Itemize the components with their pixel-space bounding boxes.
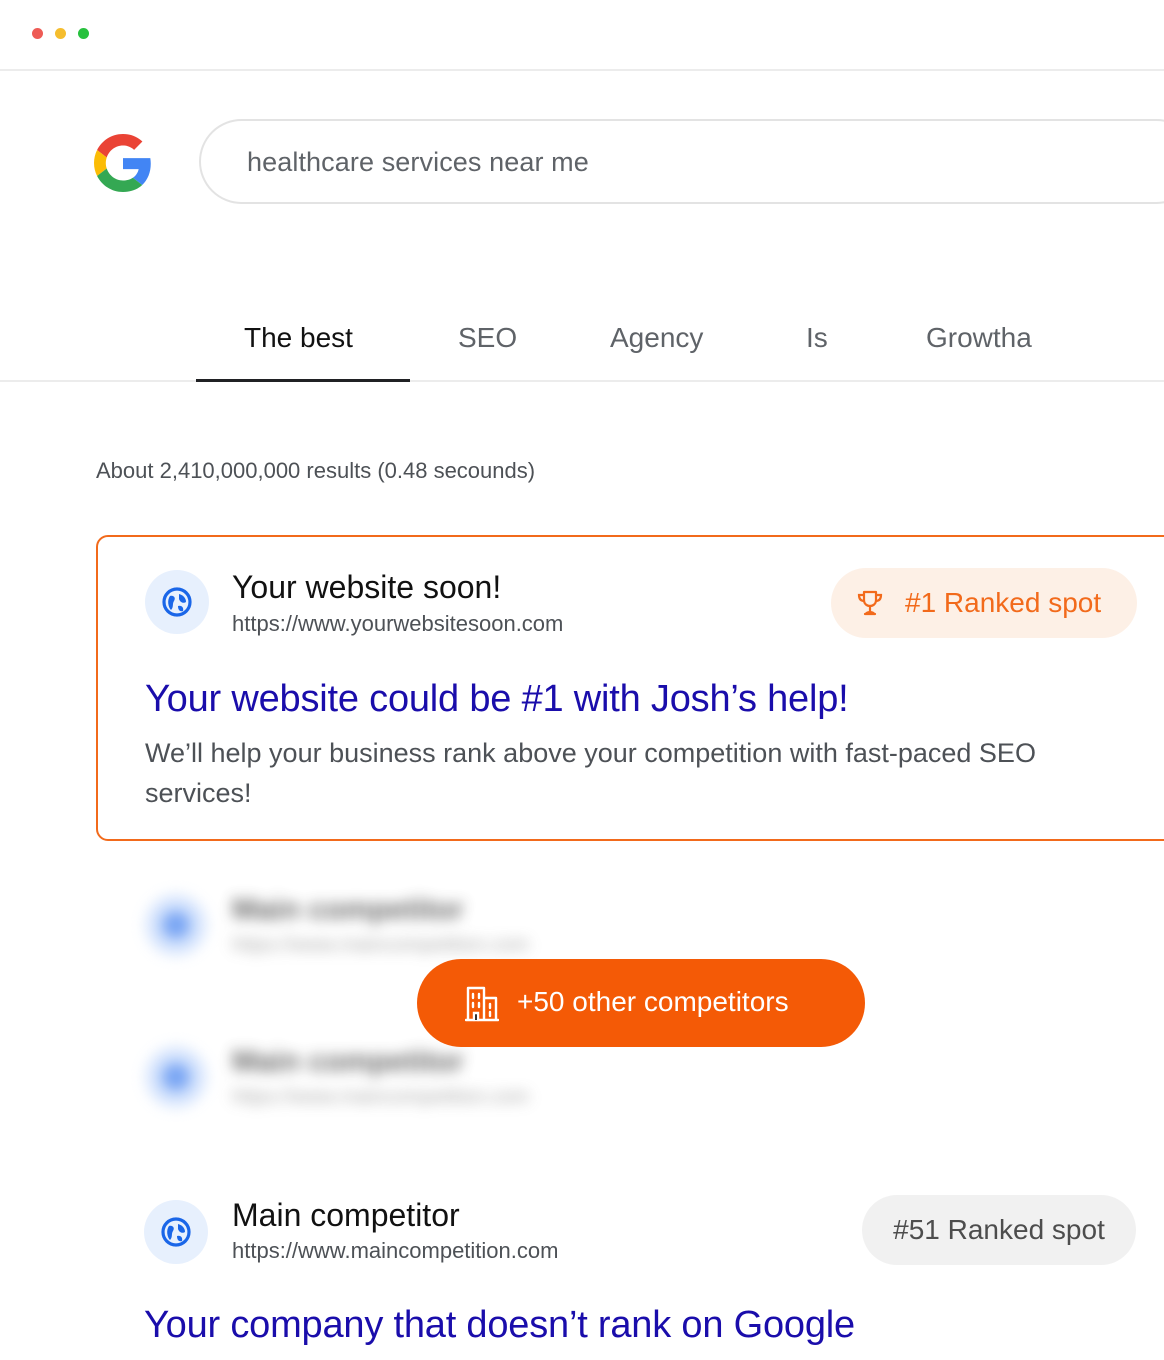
trophy-icon	[857, 590, 883, 616]
globe-icon	[146, 895, 206, 955]
site-name: Your website soon!	[232, 569, 502, 605]
blurred-site-url: https://www.maincompetition.com	[232, 1086, 529, 1108]
results-count: About 2,410,000,000 results (0.48 secoun…	[96, 458, 536, 483]
ranked-spot-badge: #1 Ranked spot	[831, 568, 1137, 638]
blurred-site-name: Main competitor	[232, 893, 464, 926]
snippet-line: services!	[145, 778, 252, 808]
result-headline[interactable]: Your company that doesn’t rank on Google	[144, 1304, 855, 1347]
other-competitors-button[interactable]: +50 other competitors	[417, 959, 865, 1047]
snippet-line: We’ll help your business rank above your…	[145, 738, 1036, 768]
badge-label: #1 Ranked spot	[905, 587, 1102, 618]
other-competitors-label: +50 other competitors	[517, 986, 789, 1017]
tab-agency[interactable]: Agency	[610, 322, 703, 354]
globe-icon	[146, 1047, 206, 1107]
blurred-site-url: https://www.maincompetition.com	[232, 934, 529, 956]
badge-label: #51 Ranked spot	[893, 1214, 1105, 1245]
building-icon	[465, 986, 499, 1022]
site-url[interactable]: https://www.yourwebsitesoon.com	[232, 611, 563, 637]
tab-is[interactable]: Is	[806, 322, 828, 354]
google-g-icon[interactable]	[94, 134, 152, 192]
tabs-divider	[0, 380, 1164, 382]
window-titlebar	[0, 0, 1164, 71]
tab-the-best[interactable]: The best	[244, 322, 353, 354]
blurred-site-name: Main competitor	[232, 1045, 464, 1078]
result-headline[interactable]: Your website could be #1 with Josh’s hel…	[145, 678, 849, 721]
ranked-spot-badge: #51 Ranked spot	[862, 1195, 1136, 1265]
tab-seo[interactable]: SEO	[458, 322, 517, 354]
site-url[interactable]: https://www.maincompetition.com	[232, 1238, 558, 1264]
active-tab-indicator	[196, 379, 410, 382]
search-input[interactable]: healthcare services near me	[247, 147, 589, 178]
featured-result-card[interactable]: Your website soon! https://www.yourwebsi…	[96, 535, 1164, 841]
close-window-button[interactable]	[32, 28, 43, 39]
minimize-window-button[interactable]	[55, 28, 66, 39]
site-name: Main competitor	[232, 1197, 460, 1233]
result-snippet: We’ll help your business rank above your…	[145, 733, 1145, 813]
globe-icon	[144, 1200, 208, 1264]
search-bar[interactable]: healthcare services near me	[199, 119, 1164, 204]
tab-growtha[interactable]: Growtha	[926, 322, 1032, 354]
globe-icon	[145, 570, 209, 634]
zoom-window-button[interactable]	[78, 28, 89, 39]
